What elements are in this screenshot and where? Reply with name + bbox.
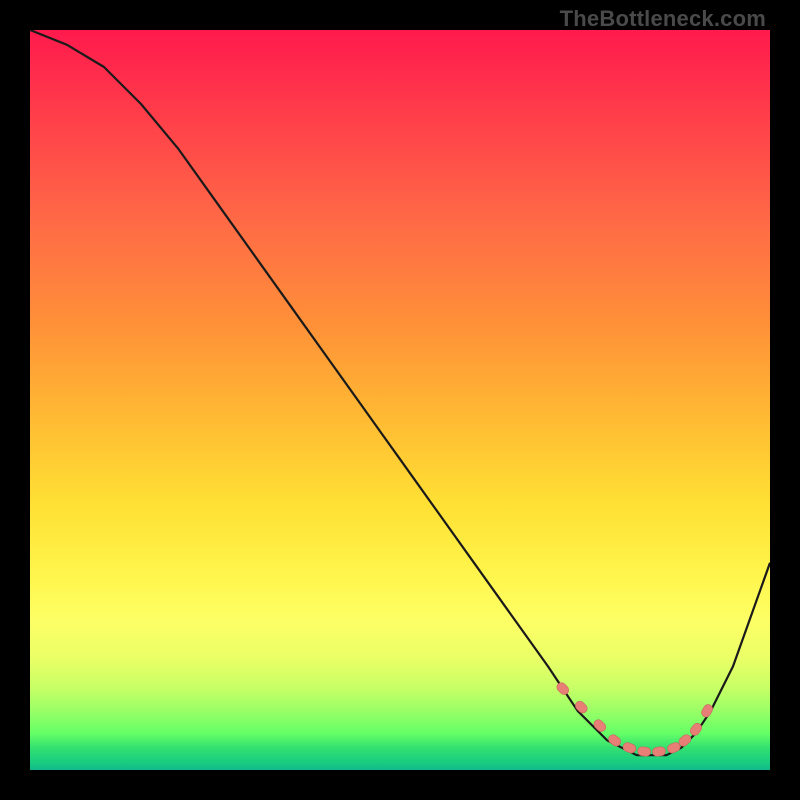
- plot-area: [30, 30, 770, 770]
- curve-svg: [30, 30, 770, 770]
- chart-frame: TheBottleneck.com: [0, 0, 800, 800]
- bottleneck-curve: [30, 30, 770, 755]
- optimal-marker: [592, 718, 608, 734]
- optimal-marker: [574, 699, 590, 715]
- optimal-marker: [700, 703, 714, 719]
- optimal-marker: [555, 681, 571, 697]
- watermark-text: TheBottleneck.com: [560, 6, 766, 32]
- bottleneck-curve-path: [30, 30, 770, 755]
- optimal-marker: [622, 741, 637, 754]
- optimal-zone-markers: [555, 681, 714, 757]
